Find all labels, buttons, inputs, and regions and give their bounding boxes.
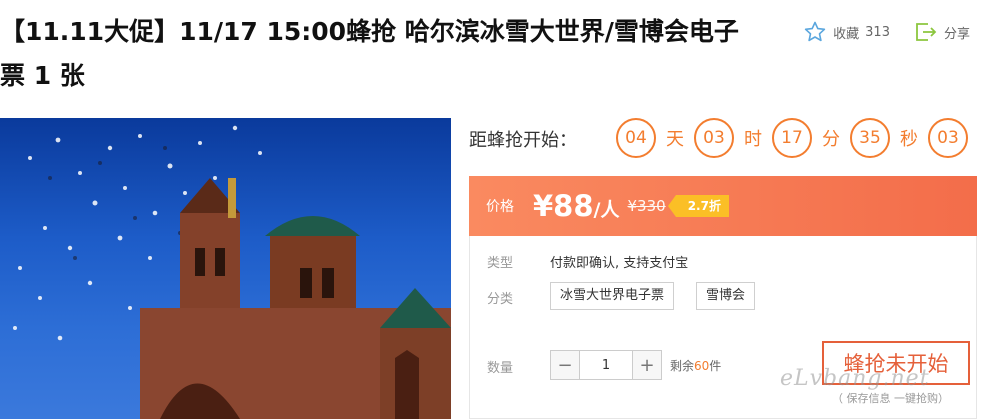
share-button[interactable]: 分享 <box>914 20 970 44</box>
current-price: ¥88/人 <box>533 189 620 223</box>
original-price: ¥330 <box>627 197 666 215</box>
type-label: 类型 <box>487 256 514 271</box>
countdown-ms: 03 <box>928 118 968 158</box>
minus-icon: − <box>557 354 573 376</box>
countdown-seconds: 35 <box>850 118 890 158</box>
star-icon <box>804 21 826 42</box>
stock-count: 60 <box>694 359 710 373</box>
category-option-snow-expo[interactable]: 雪博会 <box>696 282 756 310</box>
type-value: 付款即确认, 支持支付宝 <box>550 256 689 271</box>
price-amount: ¥88 <box>533 189 594 223</box>
countdown-minutes-unit: 分 <box>822 129 840 150</box>
price-label: 价格 <box>486 199 514 215</box>
category-label: 分类 <box>487 292 514 307</box>
favorite-count: 313 <box>865 24 890 40</box>
quantity-input[interactable] <box>579 351 633 379</box>
price-bar: 价格 ¥88/人 ¥330 2.7折 <box>469 176 977 236</box>
category-option-ice-world[interactable]: 冰雪大世界电子票 <box>550 282 675 310</box>
countdown-minutes: 17 <box>772 118 812 158</box>
countdown-timer: 04 天 03 时 17 分 35 秒 03 <box>616 118 968 158</box>
countdown-hours: 03 <box>694 118 734 158</box>
quantity-label: 数量 <box>487 361 514 376</box>
plus-icon: + <box>639 354 655 376</box>
stock-prefix: 剩余 <box>670 359 695 373</box>
countdown-seconds-unit: 秒 <box>900 129 918 150</box>
quantity-stepper: − + <box>550 350 662 380</box>
buy-subtext: （ 保存信息 一键抢购） <box>832 392 949 405</box>
price-per: /人 <box>593 199 620 221</box>
share-icon <box>916 23 937 41</box>
countdown-label: 距蜂抢开始： <box>469 130 577 151</box>
countdown-days: 04 <box>616 118 656 158</box>
cathedral-image <box>13 125 451 419</box>
increase-button[interactable]: + <box>633 351 661 379</box>
countdown-hours-unit: 时 <box>744 129 762 150</box>
stock-suffix: 件 <box>709 359 722 373</box>
purchase-panel: 类型 付款即确认, 支持支付宝 分类 冰雪大世界电子票 雪博会 数量 − + 剩… <box>469 236 977 419</box>
share-label: 分享 <box>943 26 970 42</box>
discount-badge: 2.7折 <box>667 195 729 217</box>
product-title: 【11.11大促】11/17 15:00蜂抢 哈尔滨冰雪大世界/雪博会电子票 1… <box>0 17 739 90</box>
toolbar: 收藏 313 分享 <box>803 20 970 44</box>
countdown-days-unit: 天 <box>666 129 684 150</box>
stock-info: 剩余60件 <box>670 357 721 374</box>
product-photo <box>0 118 451 419</box>
decrease-button[interactable]: − <box>551 351 579 379</box>
favorite-label: 收藏 <box>833 26 860 42</box>
favorite-button[interactable]: 收藏 313 <box>803 20 890 44</box>
watermark: eLvbang.net <box>780 366 930 391</box>
